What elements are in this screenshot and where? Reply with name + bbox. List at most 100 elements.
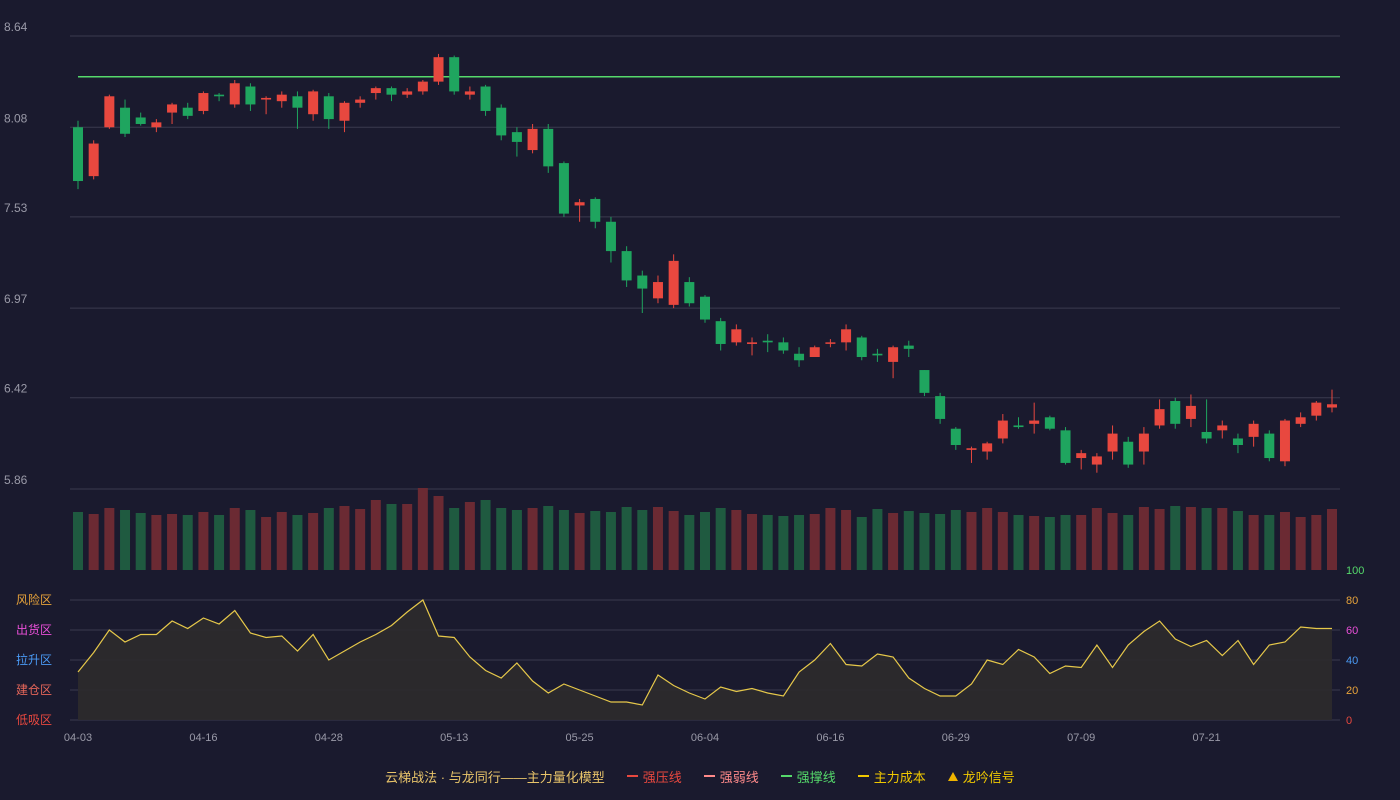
volume-bar	[433, 496, 444, 570]
volume-bar	[73, 512, 83, 570]
candle	[574, 198, 585, 222]
candle	[1154, 399, 1165, 429]
candle-body	[480, 86, 491, 111]
oscillator-zone-label: 低吸区	[16, 713, 52, 727]
candle-body	[88, 143, 99, 177]
candle	[652, 275, 663, 304]
legend-item-strong-support[interactable]: 强撑线	[780, 767, 836, 786]
volume-bar	[120, 510, 131, 570]
candle-body	[1154, 409, 1165, 426]
volume-bar	[1311, 515, 1322, 570]
volume-bar	[214, 515, 225, 570]
legend-swatch-dashed-icon	[703, 775, 715, 777]
legend-label: 强撑线	[796, 769, 836, 785]
candle-body	[1248, 423, 1259, 437]
volume-bar	[668, 511, 679, 570]
oscillator-zone-label: 拉升区	[16, 652, 52, 667]
candle	[950, 427, 961, 450]
candle-body	[574, 202, 585, 206]
candle	[1327, 389, 1337, 413]
candle-body	[198, 93, 209, 111]
candle	[543, 123, 554, 173]
candle-body	[1138, 433, 1149, 452]
legend-item-strong-pressure[interactable]: 强压线	[626, 767, 682, 786]
candle	[527, 123, 538, 154]
oscillator-y-tick-label: 0	[1346, 715, 1352, 727]
candle	[1279, 418, 1290, 467]
candle-body	[637, 275, 648, 289]
candle-body	[308, 91, 319, 115]
candle	[370, 86, 381, 100]
x-tick-label: 06-29	[942, 732, 970, 744]
candle	[919, 370, 930, 397]
legend-item-main-cost[interactable]: 主力成本	[857, 767, 926, 786]
candle-body	[355, 99, 366, 103]
legend-item-strength-line[interactable]: 强弱线	[703, 767, 759, 786]
candle-body	[1107, 433, 1118, 452]
candle-body	[104, 96, 115, 128]
candle-body	[511, 132, 522, 142]
volume-bar	[1248, 515, 1259, 570]
candle-body	[182, 107, 193, 116]
x-tick-label: 04-03	[64, 732, 92, 744]
volume-bar	[323, 508, 334, 570]
volume-bar	[966, 512, 977, 570]
legend-label: 强压线	[642, 769, 682, 785]
candle	[229, 79, 240, 108]
candle	[511, 127, 522, 157]
candle-body	[778, 342, 789, 351]
triangle-icon	[947, 771, 958, 781]
candle-body	[496, 107, 507, 136]
candle-body	[1185, 405, 1196, 419]
volume-bar	[198, 512, 209, 570]
candle-body	[950, 428, 961, 446]
candle	[480, 84, 491, 116]
oscillator-zone-label: 建仓区	[16, 683, 52, 697]
candle	[1170, 397, 1181, 429]
volume-bar	[276, 512, 287, 570]
candle-body	[1060, 430, 1071, 463]
candle	[1044, 415, 1055, 431]
candle-body	[527, 128, 538, 151]
candle	[417, 79, 428, 95]
candle	[778, 337, 789, 354]
candle-body	[652, 282, 663, 299]
x-tick-label: 04-28	[315, 732, 343, 744]
candle-layer	[73, 53, 1337, 473]
candle-body	[151, 122, 162, 128]
candle	[135, 112, 146, 126]
volume-bar	[402, 504, 413, 570]
legend-item-dragon-signal[interactable]: 龙吟信号	[947, 767, 1015, 786]
price-y-tick-label: 7.53	[4, 201, 28, 215]
candle	[1295, 412, 1306, 428]
candle	[73, 120, 83, 190]
volume-bar	[574, 513, 585, 570]
candle-body	[825, 342, 836, 344]
candle	[1060, 427, 1071, 465]
volume-bar	[652, 507, 663, 570]
candle	[1248, 420, 1259, 447]
candle	[1201, 399, 1212, 444]
candle-body	[386, 88, 397, 95]
candle	[464, 86, 475, 100]
candle-body	[841, 329, 852, 343]
volume-bar	[888, 513, 899, 570]
volume-bar	[386, 504, 397, 570]
candle	[1138, 427, 1149, 465]
candle-body	[1029, 420, 1040, 424]
volume-bar	[261, 517, 272, 570]
legend-label: 主力成本	[873, 769, 926, 785]
volume-bar	[88, 514, 99, 570]
volume-bar	[684, 515, 695, 570]
candle	[715, 317, 726, 351]
volume-bar	[872, 509, 883, 570]
candle	[841, 324, 852, 351]
candle-body	[1311, 402, 1322, 416]
volume-bar	[370, 500, 381, 570]
volume-bar	[355, 509, 366, 570]
volume-bar	[1185, 507, 1196, 570]
candle-body	[1076, 453, 1087, 459]
price-y-tick-label: 5.86	[4, 473, 28, 487]
candle-body	[1044, 417, 1055, 429]
candle	[88, 140, 99, 180]
